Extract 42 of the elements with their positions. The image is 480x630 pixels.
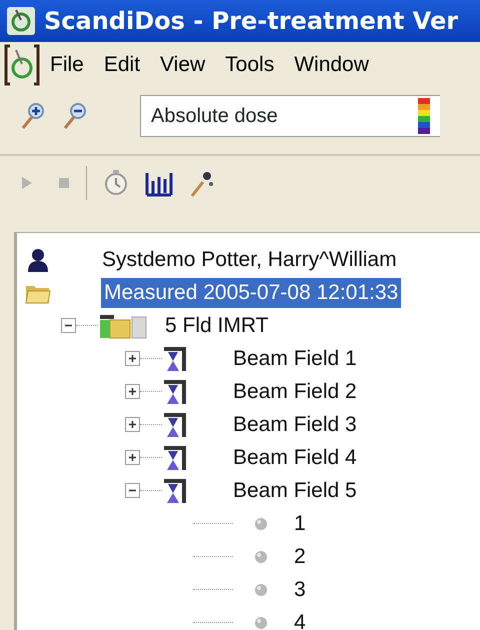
dot-icon (253, 516, 269, 532)
expand-icon[interactable] (125, 351, 140, 366)
tree-item-label[interactable]: Beam Field 1 (230, 344, 360, 374)
menu-item[interactable]: Window (284, 49, 379, 81)
tree-item-label[interactable]: Measured 2005-07-08 12:01:33 (101, 278, 402, 308)
collapse-icon[interactable] (125, 483, 140, 498)
tree-item-label[interactable]: Beam Field 3 (230, 410, 360, 440)
tree-item-label[interactable]: 5 Fld IMRT (162, 310, 272, 340)
person-icon (27, 246, 49, 272)
window-title: ScandiDos - Pre-treatment Ver (44, 6, 458, 37)
dot-icon (253, 548, 269, 564)
clock-icon[interactable] (103, 169, 129, 197)
color-scale-icon (418, 98, 430, 134)
menu-item[interactable]: Edit (94, 49, 150, 81)
tree-item-label[interactable]: Systdemo Potter, Harry^William (99, 244, 400, 274)
tree-item-label[interactable]: Beam Field 2 (230, 376, 360, 406)
tree-item-label[interactable]: 3 (291, 574, 309, 604)
gantry-icon (162, 410, 188, 438)
tree-item-label[interactable]: Beam Field 4 (230, 442, 360, 472)
menu-item[interactable]: View (150, 49, 216, 81)
tree-item-label[interactable]: 1 (291, 508, 309, 538)
tree-item-label[interactable]: 2 (291, 542, 309, 572)
expand-icon[interactable] (125, 417, 140, 432)
expand-icon[interactable] (125, 450, 140, 465)
expand-icon[interactable] (125, 384, 140, 399)
menu-item[interactable]: File (40, 49, 94, 81)
gantry-icon (162, 378, 188, 406)
dropdown-value: Absolute dose (151, 104, 278, 129)
zoom-out-icon[interactable] (62, 101, 88, 131)
app-menu-icon[interactable] (4, 44, 40, 86)
tree-item-label[interactable]: Beam Field 5 (230, 476, 360, 506)
gantry-icon (162, 444, 188, 472)
dose-mode-dropdown[interactable]: Absolute dose (140, 95, 440, 137)
dot-icon (253, 582, 269, 598)
menu-item[interactable]: Tools (215, 49, 284, 81)
zoom-in-icon[interactable] (20, 101, 46, 131)
tree-item-label[interactable]: 4 (291, 608, 309, 630)
gantry-icon (162, 476, 188, 504)
collapse-icon[interactable] (61, 318, 76, 333)
app-icon (6, 6, 36, 36)
dot-icon (253, 614, 269, 630)
gantry-icon (162, 344, 188, 372)
